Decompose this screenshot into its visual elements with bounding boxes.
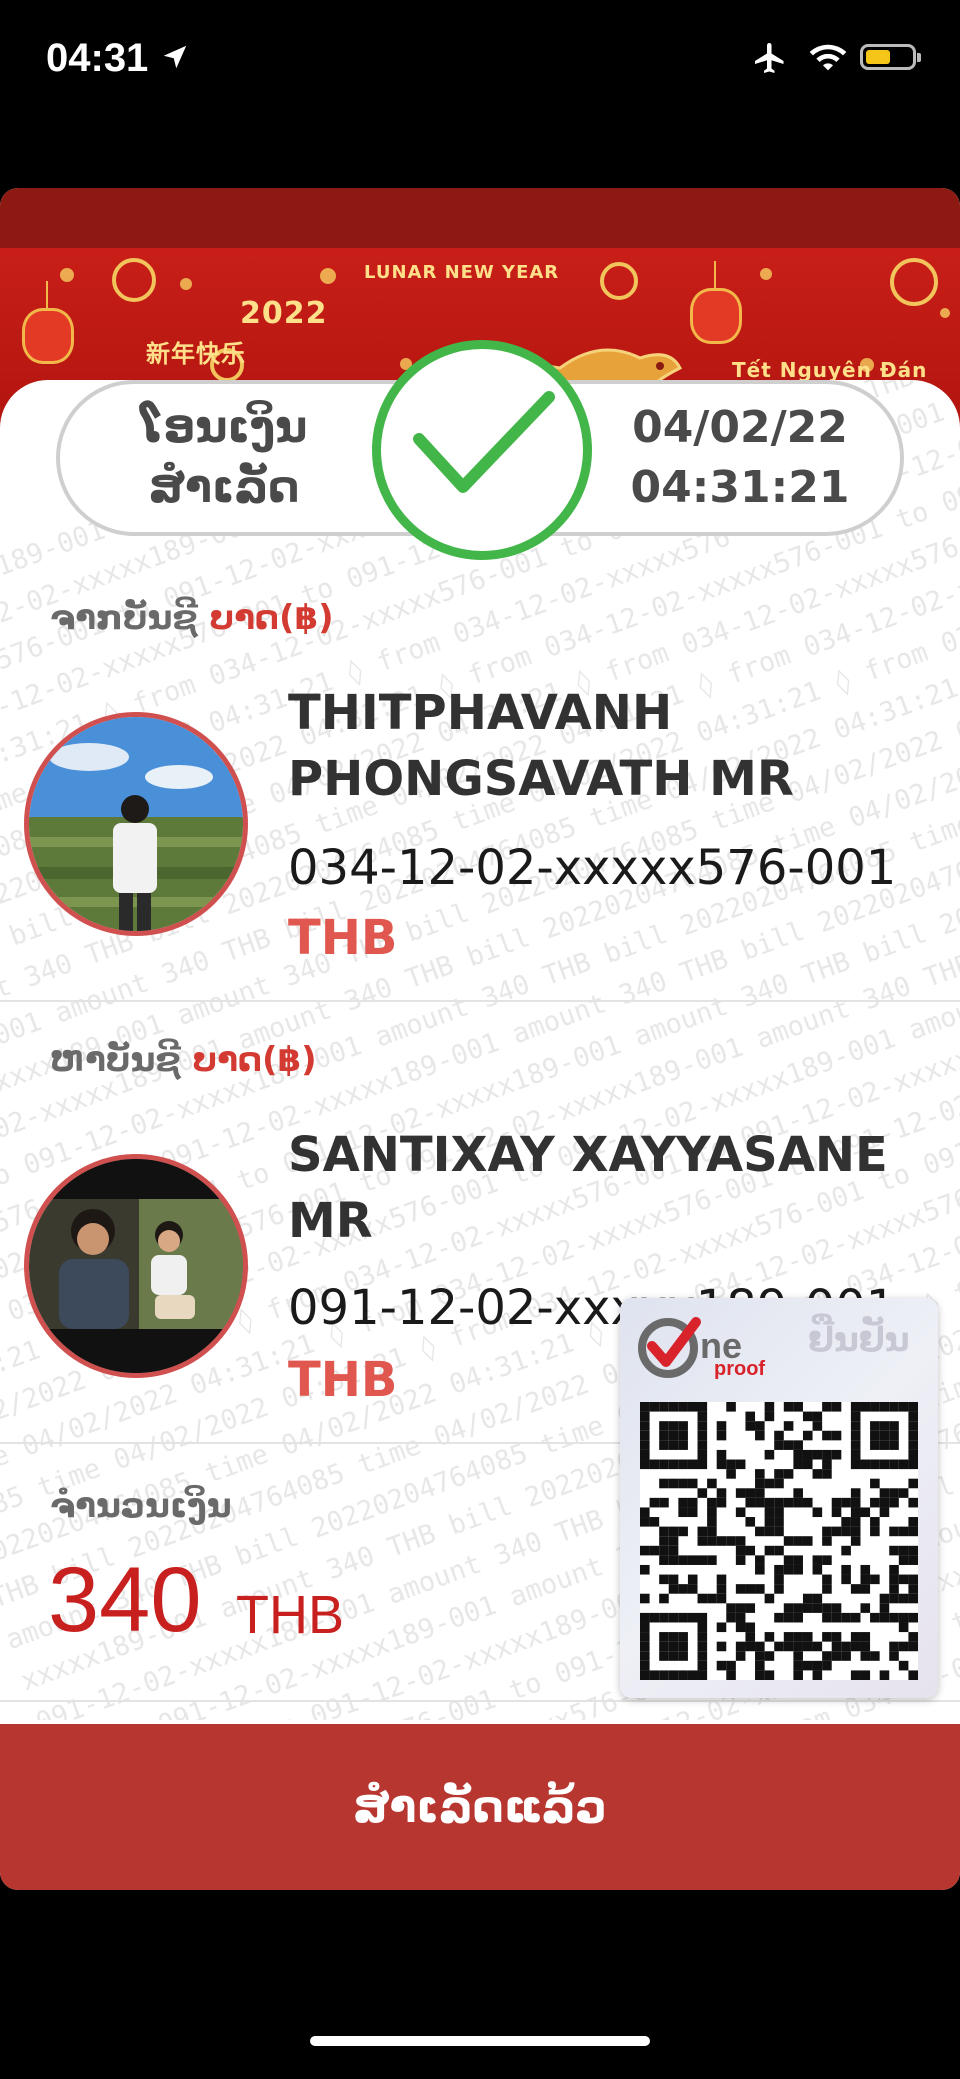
banner-lunar-text: LUNAR NEW YEAR xyxy=(364,262,560,283)
transfer-time: 04:31:21 xyxy=(630,462,850,513)
success-check-icon xyxy=(372,340,592,560)
qr-code-icon xyxy=(640,1402,918,1680)
divider xyxy=(0,1700,960,1702)
home-indicator[interactable] xyxy=(310,2036,650,2046)
transfer-status: ໂອນເງິນ ສຳເລັດ xyxy=(104,380,344,536)
recipient-name: SANTIXAY XAYYASANE MR xyxy=(288,1127,888,1249)
recipient-avatar xyxy=(24,1154,248,1378)
card-header-strip xyxy=(0,188,960,248)
divider xyxy=(0,1000,960,1002)
recipient-currency: THB xyxy=(288,1352,398,1408)
to-currency-label: ບາດ(฿) xyxy=(192,1040,317,1080)
sender-avatar xyxy=(24,712,248,936)
to-account-label: ຫາບັນຊີ ບາດ(฿) xyxy=(50,1040,317,1080)
battery-icon xyxy=(860,44,921,70)
banner-tet-text: Tết Nguyên Đán xyxy=(732,358,928,382)
transfer-status-line2: ສຳເລັດ xyxy=(148,462,300,513)
done-button[interactable]: ສຳເລັດແລ້ວ xyxy=(0,1724,960,1890)
airplane-icon xyxy=(755,43,784,73)
status-bar: 04:31 xyxy=(0,0,960,120)
verify-confirm-text: ຢືນຢັນ xyxy=(808,1320,910,1360)
oneproof-logo-text: proof xyxy=(714,1358,766,1380)
wifi-icon xyxy=(809,44,847,71)
location-arrow-icon xyxy=(163,45,187,69)
transfer-date: 04/02/22 xyxy=(632,402,848,453)
sender-name: THITPHAVANH PHONGSAVATH MR xyxy=(288,685,794,807)
qr-code[interactable] xyxy=(640,1402,918,1680)
transfer-datetime: 04/02/22 04:31:21 xyxy=(610,380,870,536)
from-currency-label: ບາດ(฿) xyxy=(209,598,334,638)
oneproof-qr-panel[interactable]: ne proof ຢືນຢັນ xyxy=(620,1298,938,1698)
amount-currency: THB xyxy=(236,1585,344,1645)
transfer-status-line1: ໂອນເງິນ xyxy=(140,402,308,453)
sender-currency: THB xyxy=(288,910,398,966)
banner-chinese-text: 新年快乐 xyxy=(146,340,246,368)
sender-account-number: 034-12-02-xxxxx576-001 xyxy=(288,840,897,896)
banner-year: 2022 xyxy=(240,296,328,331)
status-time: 04:31 xyxy=(46,36,149,80)
amount-value: 340 xyxy=(48,1549,202,1651)
from-account-label: ຈາກບັນຊີ ບາດ(฿) xyxy=(50,598,334,638)
amount-label: ຈຳນວນເງິນ xyxy=(50,1486,232,1526)
